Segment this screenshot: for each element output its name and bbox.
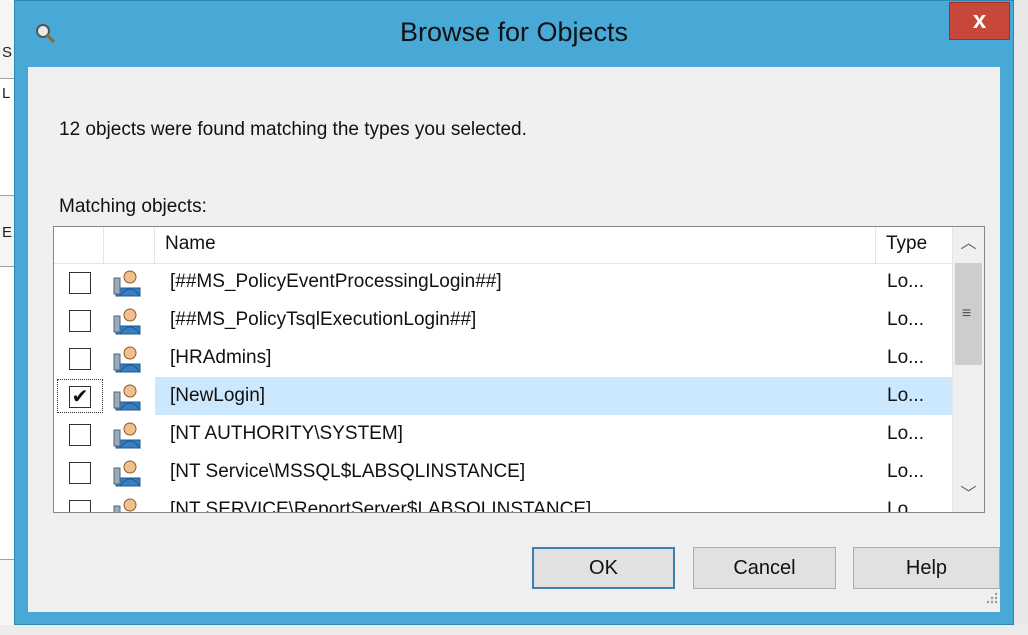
row-checkbox[interactable]: [69, 310, 91, 332]
close-button[interactable]: x: [949, 2, 1010, 40]
row-checkbox[interactable]: [69, 348, 91, 370]
background-label: S: [2, 44, 13, 61]
vertical-scrollbar[interactable]: ︿ ≡ ﹀: [952, 227, 984, 512]
object-name: [HRAdmins]: [170, 347, 272, 368]
background-panel: [0, 266, 15, 560]
scroll-up-button[interactable]: ︿: [953, 227, 984, 261]
list-header: Name Type: [54, 227, 952, 264]
matching-objects-list[interactable]: Name Type [##MS_PolicyEventProcessingLog…: [53, 226, 985, 513]
object-type: Lo...: [887, 499, 924, 513]
title-bar[interactable]: Browse for Objects x: [15, 1, 1013, 67]
background-window: S L E: [0, 0, 15, 635]
background-panel: L: [0, 78, 15, 196]
header-name-column[interactable]: Name: [155, 227, 876, 263]
object-type: Lo...: [887, 423, 924, 444]
object-name: [NT AUTHORITY\SYSTEM]: [170, 423, 403, 444]
background-panel: S: [0, 34, 14, 74]
login-user-icon: [112, 420, 144, 450]
matching-objects-label: Matching objects:: [59, 196, 207, 217]
background-window: [0, 625, 1028, 635]
dialog-body: 12 objects were found matching the types…: [28, 67, 1000, 612]
login-user-icon: [112, 306, 144, 336]
browse-objects-dialog: Browse for Objects x 12 objects were fou…: [14, 0, 1014, 625]
scroll-grip-icon: ≡: [961, 305, 972, 322]
object-name: [NT Service\MSSQL$LABSQLINSTANCE]: [170, 461, 526, 482]
object-type: Lo...: [887, 271, 924, 292]
list-row[interactable]: [NT Service\MSSQL$LABSQLINSTANCE] Lo...: [54, 453, 952, 491]
list-row[interactable]: ✔ [NewLogin] Lo...: [54, 377, 952, 415]
background-label: E: [2, 224, 13, 241]
login-user-icon: [112, 458, 144, 488]
header-icon-column[interactable]: [104, 227, 155, 263]
background-panel: E: [0, 216, 14, 256]
list-row[interactable]: [HRAdmins] Lo...: [54, 339, 952, 377]
scroll-down-button[interactable]: ﹀: [953, 478, 984, 512]
row-checkbox[interactable]: [69, 500, 91, 512]
result-summary-text: 12 objects were found matching the types…: [59, 119, 527, 140]
resize-grip-icon[interactable]: [983, 589, 999, 605]
object-type: Lo...: [887, 309, 924, 330]
object-name: [##MS_PolicyEventProcessingLogin##]: [170, 271, 502, 292]
object-name: [NewLogin]: [170, 385, 266, 406]
background-label: L: [2, 85, 11, 102]
row-checkbox[interactable]: ✔: [69, 386, 91, 408]
header-type-column[interactable]: Type: [876, 227, 952, 263]
object-type: Lo...: [887, 461, 924, 482]
help-button[interactable]: Help: [853, 547, 1000, 589]
row-checkbox[interactable]: [69, 272, 91, 294]
list-row[interactable]: [NT SERVICE\ReportServer$LABSQLINSTANCE]…: [54, 491, 952, 513]
object-name: [##MS_PolicyTsqlExecutionLogin##]: [170, 309, 477, 330]
row-checkbox[interactable]: [69, 462, 91, 484]
object-type: Lo...: [887, 385, 924, 406]
list-rows: [##MS_PolicyEventProcessingLogin##] Lo...…: [54, 263, 952, 513]
dialog-title: Browse for Objects: [399, 17, 629, 47]
selection-highlight: [155, 377, 952, 415]
login-user-icon: [112, 382, 144, 412]
list-row[interactable]: [##MS_PolicyTsqlExecutionLogin##] Lo...: [54, 301, 952, 339]
cancel-button[interactable]: Cancel: [693, 547, 836, 589]
ok-button[interactable]: OK: [532, 547, 675, 589]
row-checkbox[interactable]: [69, 424, 91, 446]
login-user-icon: [112, 496, 144, 512]
login-user-icon: [112, 344, 144, 374]
object-name: [NT SERVICE\ReportServer$LABSQLINSTANCE]: [170, 499, 592, 513]
list-row[interactable]: [NT AUTHORITY\SYSTEM] Lo...: [54, 415, 952, 453]
login-user-icon: [112, 268, 144, 298]
object-type: Lo...: [887, 347, 924, 368]
background-window: [1014, 0, 1028, 635]
list-row[interactable]: [##MS_PolicyEventProcessingLogin##] Lo...: [54, 263, 952, 301]
header-check-column[interactable]: [54, 227, 104, 263]
